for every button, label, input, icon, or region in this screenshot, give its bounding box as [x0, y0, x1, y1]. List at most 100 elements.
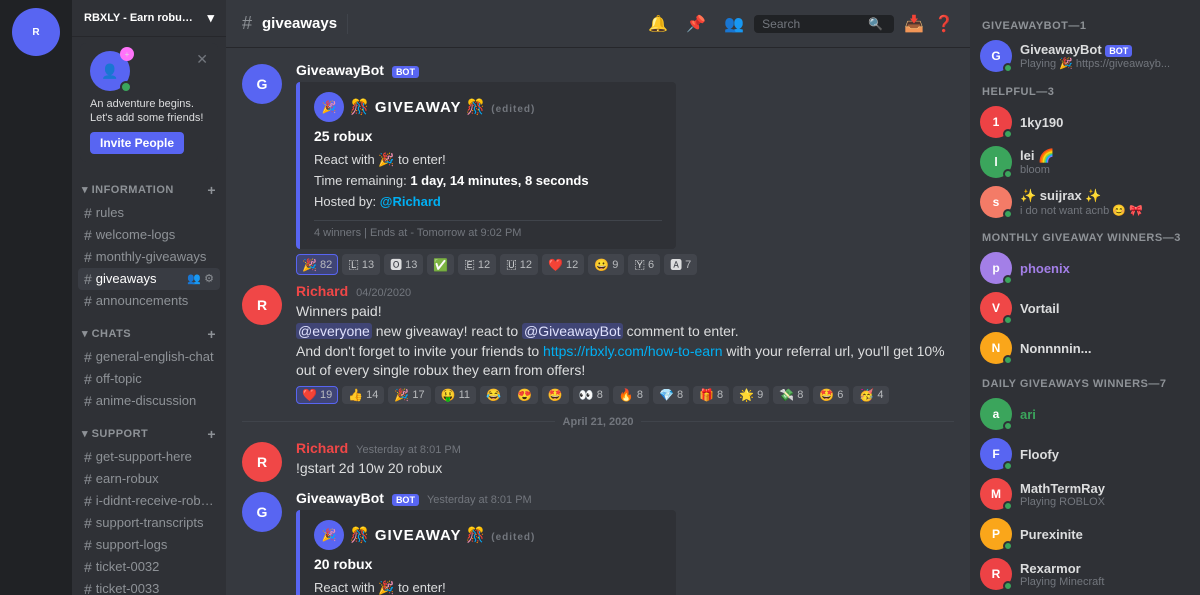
settings-icon: ⚙ — [204, 272, 214, 285]
inbox-icon[interactable]: 📥 — [904, 14, 924, 34]
sidebar-item-support-transcripts[interactable]: # support-transcripts — [78, 512, 220, 534]
reaction[interactable]: 👍14 — [342, 386, 384, 404]
list-item[interactable]: G GiveawayBot BOT Playing 🎉 https://give… — [970, 36, 1200, 76]
sidebar-item-i-didnt-receive-robux-help[interactable]: # i-didnt-receive-robux-help — [78, 490, 220, 512]
reaction[interactable]: 🤩 — [542, 386, 569, 404]
sidebar-item-label: support-transcripts — [96, 515, 204, 530]
list-item[interactable]: l lei 🌈 bloom — [970, 142, 1200, 182]
reaction[interactable]: 🎉82 — [296, 254, 338, 275]
sidebar-item-general-english-chat[interactable]: # general-english-chat — [78, 346, 220, 368]
section-header-chats[interactable]: ▾ CHATS + — [78, 312, 220, 346]
sidebar-item-anime-discussion[interactable]: # anime-discussion — [78, 390, 220, 412]
reaction[interactable]: ❤️19 — [296, 386, 338, 404]
list-item[interactable]: a ari — [970, 394, 1200, 434]
reaction[interactable]: 😂 — [480, 386, 507, 404]
list-item[interactable]: s ✨ suijrax ✨ i do not want acnb 😊 🎀 — [970, 182, 1200, 222]
member-info: Vortail — [1020, 301, 1190, 316]
section-header-support[interactable]: ▾ SUPPORT + — [78, 412, 220, 446]
member-name: lei 🌈 — [1020, 148, 1190, 164]
edited-badge: (edited) — [491, 104, 535, 115]
sidebar-item-rules[interactable]: # rules — [78, 202, 220, 224]
list-item[interactable]: p phoenix — [970, 248, 1200, 288]
bot-badge: BOT — [1105, 45, 1132, 57]
list-item[interactable]: N Nonnnnin... — [970, 328, 1200, 368]
members-icon[interactable]: 👥 — [724, 14, 744, 34]
server-sidebar: R — [0, 0, 72, 595]
invite-people-button[interactable]: Invite People — [90, 132, 184, 154]
list-item[interactable]: F Floofy — [970, 434, 1200, 474]
reaction[interactable]: 🎁8 — [693, 386, 729, 404]
reaction[interactable]: ✅ — [427, 254, 454, 275]
hash-icon: # — [84, 581, 92, 595]
list-item[interactable]: V Vortail — [970, 288, 1200, 328]
sidebar-item-announcements[interactable]: # announcements — [78, 290, 220, 312]
reaction[interactable]: 🇾6 — [628, 254, 660, 275]
search-icon[interactable]: 🔍 — [868, 17, 883, 31]
reaction[interactable]: 👀8 — [573, 386, 609, 404]
section-information: ▾ INFORMATION + # rules # welcome-logs #… — [72, 168, 226, 312]
reaction[interactable]: 🥳4 — [853, 386, 889, 404]
member-status: bloom — [1020, 164, 1190, 176]
reaction[interactable]: 🤑11 — [435, 386, 476, 404]
add-channel-icon[interactable]: + — [207, 426, 216, 442]
online-indicator — [1003, 421, 1013, 431]
invite-link[interactable]: https://rbxly.com/how-to-earn — [543, 343, 722, 359]
reaction[interactable]: 💎8 — [653, 386, 689, 404]
reaction[interactable]: 🅰7 — [664, 254, 697, 275]
add-channel-icon[interactable]: + — [207, 182, 216, 198]
username[interactable]: Richard — [296, 283, 348, 299]
reaction[interactable]: 🇱13 — [342, 254, 380, 275]
reaction[interactable]: 🇪12 — [458, 254, 496, 275]
reaction[interactable]: 🎉17 — [388, 386, 430, 404]
reaction[interactable]: 💸8 — [773, 386, 809, 404]
reactions: 🎉82 🇱13 🅾13 ✅ 🇪12 🇺12 ❤️12 😀9 🇾6 🅰7 — [296, 254, 954, 275]
username[interactable]: Richard — [296, 440, 348, 456]
reaction[interactable]: 🤩6 — [813, 386, 849, 404]
edited-badge: (edited) — [491, 532, 535, 543]
add-channel-icon[interactable]: + — [207, 326, 216, 342]
username[interactable]: GiveawayBot — [296, 490, 384, 506]
chat-messages: G GiveawayBot BOT 🎉 🎊 GIVEAWAY 🎊 (edited… — [226, 48, 970, 595]
hash-icon: # — [84, 227, 92, 243]
section-header-information[interactable]: ▾ INFORMATION + — [78, 168, 220, 202]
server-icon[interactable]: R — [12, 8, 60, 56]
sidebar-item-welcome-logs[interactable]: # welcome-logs — [78, 224, 220, 246]
sidebar-item-support-logs[interactable]: # support-logs — [78, 534, 220, 556]
sidebar-item-ticket-0033[interactable]: # ticket-0033 — [78, 578, 220, 595]
reaction[interactable]: 🔥8 — [613, 386, 649, 404]
notification-icon[interactable]: 🔔 — [648, 14, 668, 34]
sidebar-item-off-topic[interactable]: # off-topic — [78, 368, 220, 390]
list-item[interactable]: P Purexinite — [970, 514, 1200, 554]
server-header[interactable]: RBXLY - Earn robux throu... ▾ — [72, 0, 226, 37]
username[interactable]: GiveawayBot — [296, 62, 384, 78]
chevron-down-icon: ▾ — [207, 10, 214, 26]
section-chats: ▾ CHATS + # general-english-chat # off-t… — [72, 312, 226, 412]
avatar: p — [980, 252, 1012, 284]
sidebar-item-monthly-giveaways[interactable]: # monthly-giveaways — [78, 246, 220, 268]
reaction[interactable]: 😍 — [511, 386, 538, 404]
section-label-information: ▾ INFORMATION — [82, 183, 174, 196]
avatar: G — [242, 492, 282, 532]
reaction[interactable]: 🌟9 — [733, 386, 769, 404]
rs-section-header: HELPFUL—3 — [970, 76, 1200, 102]
sidebar-item-giveaways[interactable]: # giveaways 👥 ⚙ — [78, 268, 220, 290]
sidebar-item-earn-robux[interactable]: # earn-robux — [78, 468, 220, 490]
giveaway-icon: 🎉 — [314, 520, 344, 550]
reaction[interactable]: ❤️12 — [542, 254, 584, 275]
reaction[interactable]: 😀9 — [588, 254, 624, 275]
giveaway-body: React with 🎉 to enter! Time remaining: 1… — [314, 150, 662, 212]
reaction[interactable]: 🇺12 — [500, 254, 538, 275]
pin-icon[interactable]: 📌 — [686, 14, 706, 34]
list-item[interactable]: 1 1ky190 — [970, 102, 1200, 142]
list-item[interactable]: R Rexarmor Playing Minecraft — [970, 554, 1200, 594]
close-icon[interactable]: ✕ — [196, 51, 208, 68]
message-group: R Richard 04/20/2020 Winners paid! @ever… — [226, 279, 970, 407]
member-info: lei 🌈 bloom — [1020, 148, 1190, 176]
help-icon[interactable]: ❓ — [934, 14, 954, 34]
sidebar-item-get-support-here[interactable]: # get-support-here — [78, 446, 220, 468]
search-input[interactable] — [762, 17, 862, 31]
sidebar-item-ticket-0032[interactable]: # ticket-0032 — [78, 556, 220, 578]
reaction[interactable]: 🅾13 — [384, 254, 423, 275]
list-item[interactable]: M MathTermRay Playing ROBLOX — [970, 474, 1200, 514]
hash-icon: # — [84, 471, 92, 487]
